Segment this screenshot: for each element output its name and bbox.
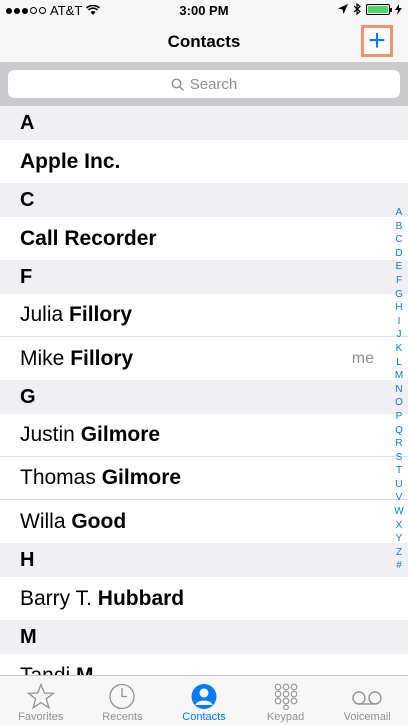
keypad-icon (274, 683, 297, 710)
contact-row[interactable]: Mike Fillory me (0, 337, 408, 380)
section-index[interactable]: A B C D E F G H I J K L M N O P Q R S T U V W X Y Z # (392, 206, 406, 573)
index-letter[interactable]: X (396, 519, 403, 533)
section-header-a: A (0, 106, 408, 140)
contact-last-name: Gilmore (80, 423, 161, 446)
contact-first-name: Julia (20, 303, 70, 326)
status-right (338, 3, 402, 15)
index-letter[interactable]: P (396, 410, 403, 424)
contact-row[interactable]: Thomas Gilmore (0, 457, 408, 500)
me-badge: me (351, 349, 374, 367)
index-letter[interactable]: E (396, 260, 403, 274)
section-header-c: C (0, 183, 408, 217)
contact-first-name: Barry T. (20, 586, 98, 610)
battery-icon (366, 3, 392, 15)
contact-list[interactable]: A Apple Inc. C Call Recorder F Julia Fil… (0, 106, 408, 675)
person-icon (191, 684, 217, 709)
index-letter[interactable]: D (395, 247, 402, 261)
tab-contacts[interactable]: Contacts (163, 676, 245, 725)
contact-last-name: M (76, 663, 94, 676)
index-letter[interactable]: V (396, 491, 403, 505)
location-arrow-icon (338, 4, 348, 14)
index-letter[interactable]: I (398, 315, 401, 329)
index-letter[interactable]: G (395, 288, 403, 302)
index-letter[interactable]: Q (395, 424, 403, 438)
index-letter[interactable]: K (396, 342, 403, 356)
voicemail-icon (352, 691, 382, 705)
index-letter[interactable]: N (395, 383, 402, 397)
contact-row[interactable]: Justin Gilmore (0, 414, 408, 457)
index-letter[interactable]: R (395, 437, 402, 451)
index-letter[interactable]: M (395, 369, 403, 383)
add-contact-button[interactable]: + (361, 25, 393, 57)
contact-last-name: Good (71, 509, 127, 533)
contact-first-name: Tandi (20, 663, 77, 676)
search-icon (171, 77, 184, 91)
contact-first-name: Mike (20, 346, 71, 370)
tab-favorites[interactable]: Favorites (0, 676, 82, 725)
charging-icon (395, 3, 402, 15)
contact-name: Apple Inc. (20, 149, 121, 173)
contact-row[interactable]: Barry T. Hubbard (0, 577, 408, 620)
contact-row[interactable]: Julia Fillory (0, 294, 408, 337)
index-letter[interactable]: B (396, 220, 403, 234)
star-icon (26, 683, 55, 710)
index-letter[interactable]: U (395, 478, 402, 492)
contact-row[interactable]: Call Recorder (0, 217, 408, 260)
tab-bar: Favorites Recents Contacts Keypad Voicem… (0, 675, 408, 725)
index-letter[interactable]: J (397, 328, 402, 342)
navigation-bar: Contacts + (0, 22, 408, 62)
tab-label: Voicemail (343, 711, 391, 723)
status-bar: AT&T 3:00 PM (0, 0, 408, 22)
section-header-h: H (0, 543, 408, 577)
index-letter[interactable]: W (394, 505, 403, 519)
contact-row[interactable]: Apple Inc. (0, 140, 408, 183)
search-placeholder: Search (189, 75, 238, 93)
index-letter[interactable]: Y (396, 532, 403, 546)
section-header-f: F (0, 260, 408, 294)
contact-first-name: Justin (20, 423, 81, 446)
tab-label: Favorites (18, 711, 64, 723)
contact-last-name: Gilmore (101, 466, 182, 489)
bluetooth-icon (353, 3, 361, 15)
index-letter[interactable]: H (395, 301, 402, 315)
index-letter[interactable]: O (395, 396, 403, 410)
plus-icon: + (368, 24, 386, 57)
contact-last-name: Fillory (70, 346, 134, 370)
search-input[interactable]: Search (8, 70, 400, 98)
contact-first-name: Willa (20, 509, 72, 533)
search-area: Search (0, 62, 408, 106)
page-title: Contacts (167, 32, 241, 51)
contact-row[interactable]: Willa Good (0, 500, 408, 543)
contact-last-name: Hubbard (97, 586, 185, 610)
tab-voicemail[interactable]: Voicemail (326, 676, 408, 725)
index-letter[interactable]: C (395, 233, 402, 247)
tab-label: Contacts (182, 711, 226, 723)
index-letter[interactable]: Z (396, 546, 402, 560)
clock-icon (109, 683, 136, 710)
tab-recents[interactable]: Recents (82, 676, 164, 725)
contact-name: Call Recorder (20, 226, 157, 250)
index-letter[interactable]: A (396, 206, 403, 220)
index-letter[interactable]: L (396, 356, 402, 370)
index-letter[interactable]: F (396, 274, 402, 288)
tab-label: Keypad (266, 711, 305, 723)
index-letter[interactable]: T (396, 464, 402, 478)
section-header-m: M (0, 620, 408, 654)
contact-last-name: Fillory (69, 303, 133, 326)
contact-first-name: Thomas (20, 466, 102, 489)
tab-label: Recents (102, 711, 143, 723)
section-header-g: G (0, 380, 408, 414)
contact-row[interactable]: Tandi M (0, 654, 408, 676)
index-letter[interactable]: # (396, 559, 402, 573)
index-letter[interactable]: S (396, 451, 403, 465)
tab-keypad[interactable]: Keypad (245, 676, 327, 725)
